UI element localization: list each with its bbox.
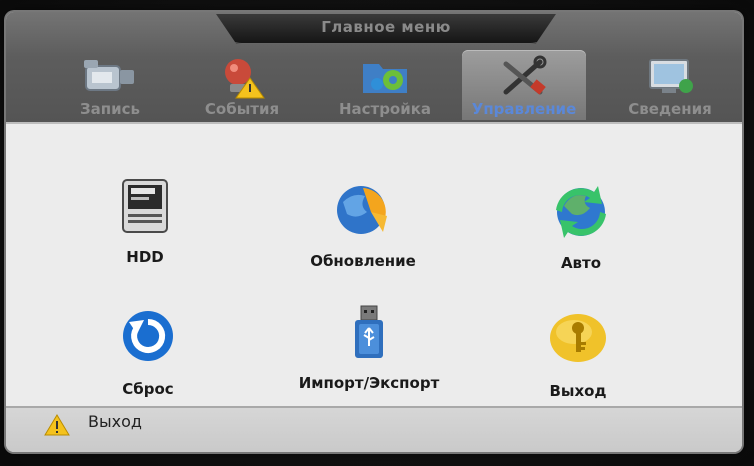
management-panel: HDD Обновление Авто Сброс Импорт/Экспорт… [6,124,742,406]
main-menu-header: Главное меню Запись События Настройка Уп… [6,12,742,124]
tab-label: Управление [471,100,577,118]
auto-maintain-icon [550,182,612,246]
auto-button[interactable]: Авто [536,182,626,282]
tab-events[interactable]: События [184,50,300,120]
item-label: Авто [560,254,602,272]
tab-label: События [204,100,280,118]
camcorder-icon [80,54,140,102]
tab-label: Настройка [338,100,432,118]
reset-button[interactable]: Сброс [100,308,196,408]
page-title: Главное меню [321,18,451,36]
settings-folder-icon [355,54,415,102]
update-button[interactable]: Обновление [288,180,438,280]
tab-label: Сведения [628,100,712,118]
tab-record[interactable]: Запись [58,50,162,120]
status-bar: Выход [6,406,742,452]
update-globe-icon [333,180,393,244]
usb-drive-icon [349,302,389,366]
tools-icon [496,54,552,104]
item-label: Выход [549,382,607,400]
status-text: Выход [88,412,142,431]
hdd-button[interactable]: HDD [100,176,190,276]
tab-label: Запись [79,100,141,118]
warning-icon [44,414,70,440]
item-label: HDD [126,248,164,266]
item-label: Сброс [122,380,174,398]
hard-drive-icon [119,176,171,240]
reset-icon [120,308,176,368]
item-label: Импорт/Экспорт [298,374,440,392]
logout-key-icon [546,310,610,370]
tab-management[interactable]: Управление [462,50,586,120]
item-label: Обновление [310,252,416,270]
tab-settings[interactable]: Настройка [322,50,448,120]
tab-info[interactable]: Сведения [608,50,732,120]
alarm-bell-icon [214,54,270,104]
exit-button[interactable]: Выход [530,310,626,410]
info-monitor-icon [642,54,698,102]
main-menu-window: Главное меню Запись События Настройка Уп… [6,12,742,452]
import-export-button[interactable]: Импорт/Экспорт [274,302,464,402]
